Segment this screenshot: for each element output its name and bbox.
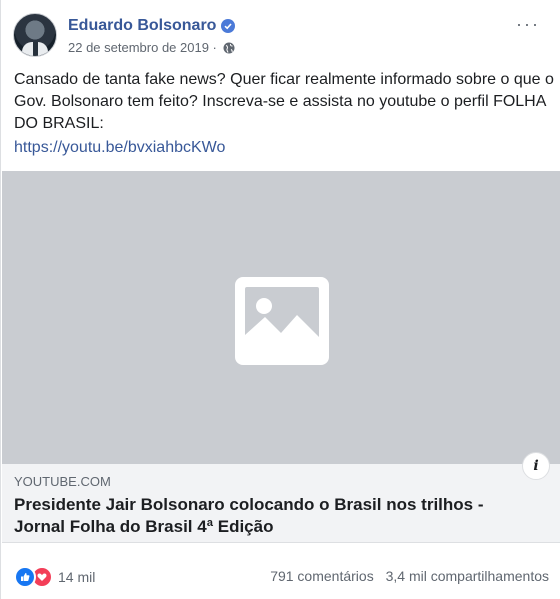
post-date[interactable]: 22 de setembro de 2019 (68, 40, 209, 55)
author-name[interactable]: Eduardo Bolsonaro (68, 17, 216, 35)
post-text: Cansado de tanta fake news? Quer ficar r… (14, 71, 554, 132)
link-preview-image[interactable] (2, 171, 560, 464)
info-icon[interactable]: i (522, 452, 550, 480)
facebook-post: Eduardo Bolsonaro 22 de setembro de 2019… (0, 0, 560, 599)
link-title[interactable]: Presidente Jair Bolsonaro colocando o Br… (14, 494, 534, 538)
engagement-stats: 791 comentários 3,4 mil compartilhamento… (270, 568, 549, 584)
more-options-button[interactable]: ··· (516, 14, 540, 35)
link-card[interactable]: i YOUTUBE.COM Presidente Jair Bolsonaro … (2, 452, 560, 543)
link-domain: YOUTUBE.COM (14, 474, 111, 489)
reaction-count: 14 mil (58, 569, 96, 585)
reactions-summary[interactable]: 14 mil (14, 566, 95, 588)
image-placeholder-icon (235, 277, 329, 365)
globe-icon (223, 42, 235, 53)
verified-icon (221, 19, 236, 33)
avatar[interactable] (13, 13, 57, 57)
avatar-tie (33, 42, 38, 56)
post-link[interactable]: https://youtu.be/bvxiahbcKWo (14, 139, 225, 157)
post-meta: 22 de setembro de 2019 · (68, 40, 235, 55)
post-header: Eduardo Bolsonaro 22 de setembro de 2019… (1, 0, 560, 60)
comments-count[interactable]: 791 comentários (270, 568, 374, 584)
shares-count[interactable]: 3,4 mil compartilhamentos (386, 568, 549, 584)
author-row: Eduardo Bolsonaro (68, 17, 236, 35)
meta-separator: · (208, 40, 217, 55)
post-footer: 14 mil 791 comentários 3,4 mil compartil… (1, 552, 560, 592)
like-icon (14, 566, 36, 588)
